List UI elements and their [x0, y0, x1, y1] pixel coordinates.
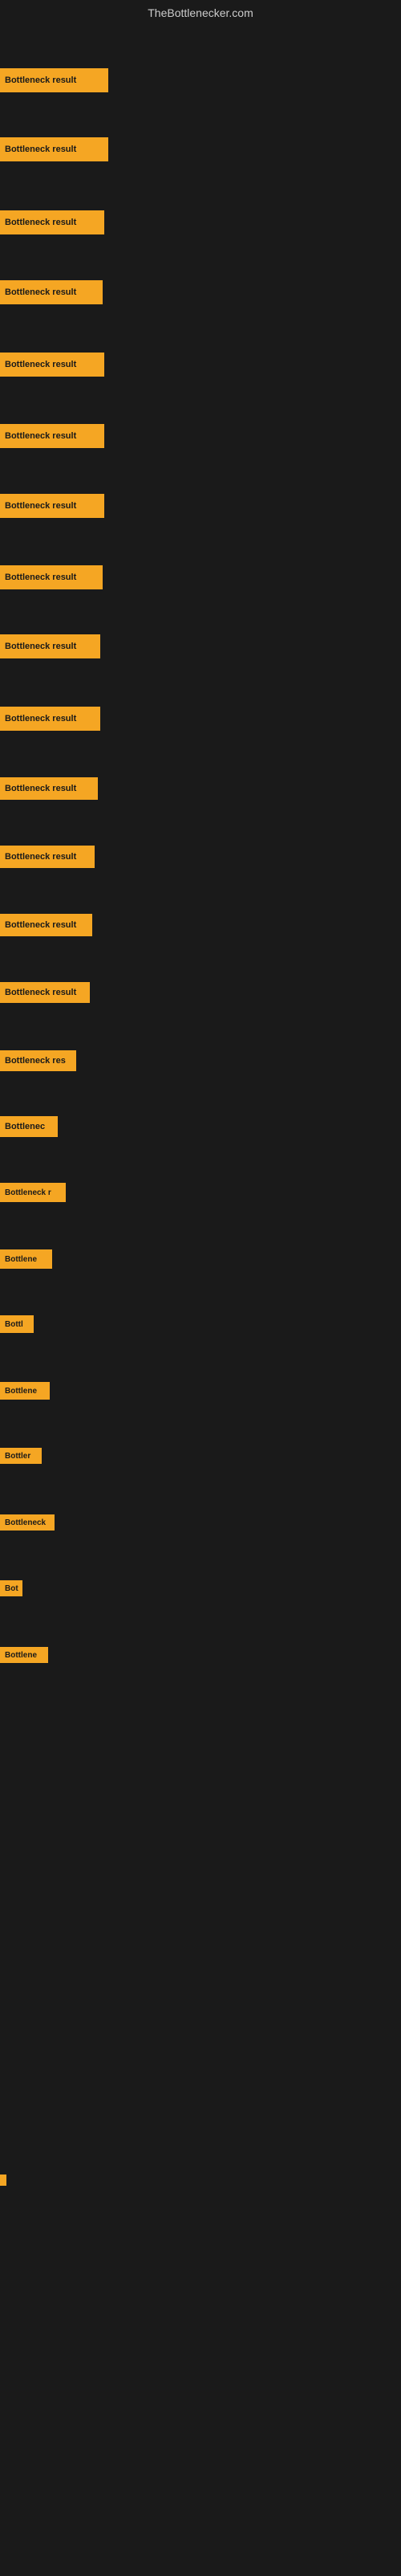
bottleneck-item-9[interactable]: Bottleneck result — [0, 634, 100, 658]
bottleneck-item-20[interactable]: Bottlene — [0, 1382, 50, 1400]
site-title: TheBottlenecker.com — [0, 0, 401, 22]
bottleneck-item-6[interactable]: Bottleneck result — [0, 424, 104, 448]
bottleneck-item-17[interactable]: Bottleneck r — [0, 1183, 66, 1202]
bottleneck-item-16[interactable]: Bottlenec — [0, 1116, 58, 1137]
bottleneck-item-24[interactable]: Bottlene — [0, 1647, 48, 1663]
bottleneck-item-15[interactable]: Bottleneck res — [0, 1050, 76, 1071]
bottleneck-item-22[interactable]: Bottleneck — [0, 1514, 55, 1531]
bottleneck-item-3[interactable]: Bottleneck result — [0, 210, 104, 234]
bottleneck-item-4[interactable]: Bottleneck result — [0, 280, 103, 304]
bottleneck-item-23[interactable]: Bot — [0, 1580, 22, 1596]
bottleneck-item-7[interactable]: Bottleneck result — [0, 494, 104, 518]
bottleneck-item-14[interactable]: Bottleneck result — [0, 982, 90, 1003]
bottleneck-item-2[interactable]: Bottleneck result — [0, 137, 108, 161]
bottleneck-item-10[interactable]: Bottleneck result — [0, 707, 100, 731]
bottleneck-item-11[interactable]: Bottleneck result — [0, 777, 98, 800]
bottleneck-item-5[interactable]: Bottleneck result — [0, 353, 104, 377]
bottleneck-item-25[interactable] — [0, 2175, 6, 2186]
bottleneck-item-19[interactable]: Bottl — [0, 1315, 34, 1333]
bottleneck-item-12[interactable]: Bottleneck result — [0, 846, 95, 868]
bottleneck-item-13[interactable]: Bottleneck result — [0, 914, 92, 936]
bottleneck-item-21[interactable]: Bottler — [0, 1448, 42, 1464]
bottleneck-item-18[interactable]: Bottlene — [0, 1249, 52, 1269]
bottleneck-item-8[interactable]: Bottleneck result — [0, 565, 103, 589]
bottleneck-item-1[interactable]: Bottleneck result — [0, 68, 108, 92]
